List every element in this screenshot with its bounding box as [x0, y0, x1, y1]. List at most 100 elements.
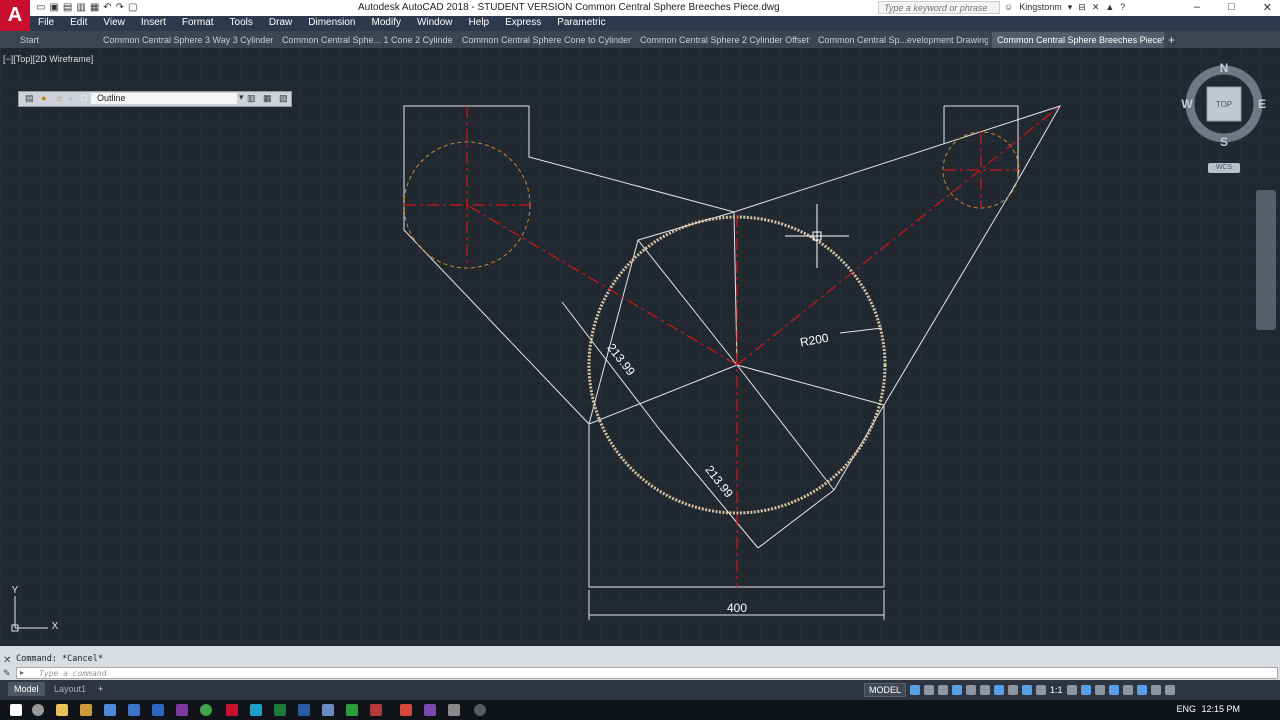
outlook-icon[interactable] — [152, 704, 164, 716]
clean-screen-icon[interactable] — [1150, 685, 1161, 695]
lock-icon[interactable]: ▫ — [69, 93, 72, 103]
app-icon[interactable] — [424, 704, 436, 716]
tab-file[interactable]: Common Central Sphe... 1 Cone 2 Cylinder… — [282, 32, 452, 48]
add-layout-icon[interactable]: + — [92, 682, 109, 696]
save-as-icon[interactable]: ▥ — [76, 2, 85, 13]
close-command-icon[interactable]: ✕ — [3, 655, 11, 666]
customization-icon[interactable] — [1164, 685, 1175, 695]
windows-start-icon[interactable] — [10, 704, 22, 716]
print-icon[interactable]: ▦ — [90, 2, 99, 13]
make-current-icon[interactable]: ▥ — [247, 93, 256, 104]
previous-layer-icon[interactable]: ▧ — [279, 93, 288, 104]
new-icon[interactable]: ▭ — [36, 2, 45, 13]
snap-icon[interactable] — [924, 685, 935, 695]
transparency-icon[interactable] — [1008, 685, 1019, 695]
layer-properties-icon[interactable]: ▤ — [25, 93, 34, 104]
application-menu-button[interactable]: A — [0, 0, 30, 31]
annotation-monitor-icon[interactable] — [1080, 685, 1091, 695]
menu-file[interactable]: File — [30, 16, 62, 31]
isodraft-icon[interactable] — [966, 685, 977, 695]
navigation-bar[interactable] — [1256, 190, 1276, 330]
exchange-icon[interactable]: ✕ — [1092, 2, 1100, 13]
excel-icon[interactable] — [274, 704, 286, 716]
tab-file[interactable]: Common Central Sphere 3 Way 3 Cylinders — [103, 32, 273, 48]
isolate-objects-icon[interactable] — [1122, 685, 1133, 695]
chevron-down-icon[interactable]: ▾ — [1068, 2, 1073, 13]
annotation-scale[interactable]: 1:1 — [1050, 685, 1063, 695]
tab-start[interactable]: Start — [20, 32, 90, 48]
command-input[interactable]: Type a command — [39, 668, 106, 679]
wcs-menu[interactable]: WCS — [1208, 163, 1240, 173]
viewcube-south[interactable]: S — [1220, 135, 1228, 149]
app-icon[interactable] — [322, 704, 334, 716]
tab-active-file[interactable]: Common Central Sphere Breeches Piece* — [992, 32, 1164, 48]
app-icon[interactable] — [474, 704, 486, 716]
cart-icon[interactable]: ⊟ — [1078, 2, 1086, 13]
match-layer-icon[interactable]: ▦ — [263, 93, 272, 104]
menu-express[interactable]: Express — [497, 16, 549, 31]
command-line[interactable]: ▸ Type a command — [16, 667, 1278, 679]
tab-file[interactable]: Common Central Sphere Cone to Cylinder* — [462, 32, 632, 48]
polar-icon[interactable] — [952, 685, 963, 695]
customize-icon[interactable]: ✎ — [3, 668, 11, 679]
app-icon[interactable] — [80, 704, 92, 716]
redo-icon[interactable]: ↷ — [116, 2, 124, 13]
menu-help[interactable]: Help — [461, 16, 498, 31]
layer-dropdown[interactable]: Outline — [91, 93, 237, 104]
app-icon[interactable] — [370, 704, 382, 716]
tab-file[interactable]: Common Central Sp...evelopment Drawing — [818, 32, 988, 48]
sun-icon[interactable]: ☼ — [55, 93, 63, 103]
app-icon[interactable] — [104, 704, 116, 716]
onenote-icon[interactable] — [176, 704, 188, 716]
workspace-icon[interactable] — [1066, 685, 1077, 695]
menu-dimension[interactable]: Dimension — [300, 16, 363, 31]
help-icon[interactable]: ? — [1120, 2, 1125, 13]
menu-draw[interactable]: Draw — [261, 16, 300, 31]
save-icon[interactable]: ▤ — [63, 2, 72, 13]
warning-icon[interactable]: ▲ — [1105, 2, 1114, 13]
skype-icon[interactable] — [250, 704, 262, 716]
chevron-down-icon[interactable]: ▾ — [239, 92, 244, 103]
menu-view[interactable]: View — [95, 16, 133, 31]
drawing-canvas[interactable]: R200 213.99 213.99 400 Y X TOP N S E W — [0, 48, 1280, 646]
lineweight-icon[interactable] — [994, 685, 1005, 695]
tab-layout1[interactable]: Layout1 — [48, 682, 92, 696]
menu-window[interactable]: Window — [409, 16, 461, 31]
menu-edit[interactable]: Edit — [62, 16, 95, 31]
minimize-icon[interactable]: – — [1194, 1, 1200, 14]
search-icon[interactable] — [32, 704, 44, 716]
menu-insert[interactable]: Insert — [133, 16, 174, 31]
user-icon[interactable]: ☺ — [1004, 2, 1013, 13]
language-indicator[interactable]: ENG — [1176, 704, 1196, 714]
user-name[interactable]: Kingstonm — [1019, 2, 1062, 13]
viewcube-east[interactable]: E — [1258, 97, 1266, 111]
menu-parametric[interactable]: Parametric — [549, 16, 613, 31]
model-space-button[interactable]: MODEL — [864, 683, 907, 697]
ortho-icon[interactable] — [938, 685, 949, 695]
osnap-icon[interactable] — [980, 685, 991, 695]
color-swatch-icon[interactable]: □ — [81, 93, 86, 103]
quick-properties-icon[interactable] — [1108, 685, 1119, 695]
close-icon[interactable]: ✕ — [1263, 1, 1272, 14]
chrome-icon[interactable] — [200, 704, 212, 716]
units-icon[interactable] — [1094, 685, 1105, 695]
menu-format[interactable]: Format — [174, 16, 222, 31]
grid-icon[interactable] — [910, 685, 921, 695]
hardware-acceleration-icon[interactable] — [1136, 685, 1147, 695]
clock[interactable]: 12:15 PM — [1201, 704, 1240, 714]
menu-tools[interactable]: Tools — [222, 16, 261, 31]
annotation-visibility-icon[interactable] — [1022, 685, 1033, 695]
share-icon[interactable]: ▢ — [128, 2, 137, 13]
maximize-icon[interactable]: □ — [1228, 1, 1235, 14]
autoscale-icon[interactable] — [1036, 685, 1047, 695]
viewcube-west[interactable]: W — [1181, 97, 1193, 111]
tab-model[interactable]: Model — [8, 682, 45, 696]
app-icon[interactable] — [346, 704, 358, 716]
new-tab-icon[interactable]: + — [1168, 32, 1182, 48]
tab-file[interactable]: Common Central Sphere 2 Cylinder Offset* — [640, 32, 810, 48]
viewcube-face[interactable]: TOP — [1216, 100, 1232, 109]
undo-icon[interactable]: ↶ — [103, 2, 111, 13]
file-explorer-icon[interactable] — [56, 704, 68, 716]
word-icon[interactable] — [298, 704, 310, 716]
app-icon[interactable] — [448, 704, 460, 716]
